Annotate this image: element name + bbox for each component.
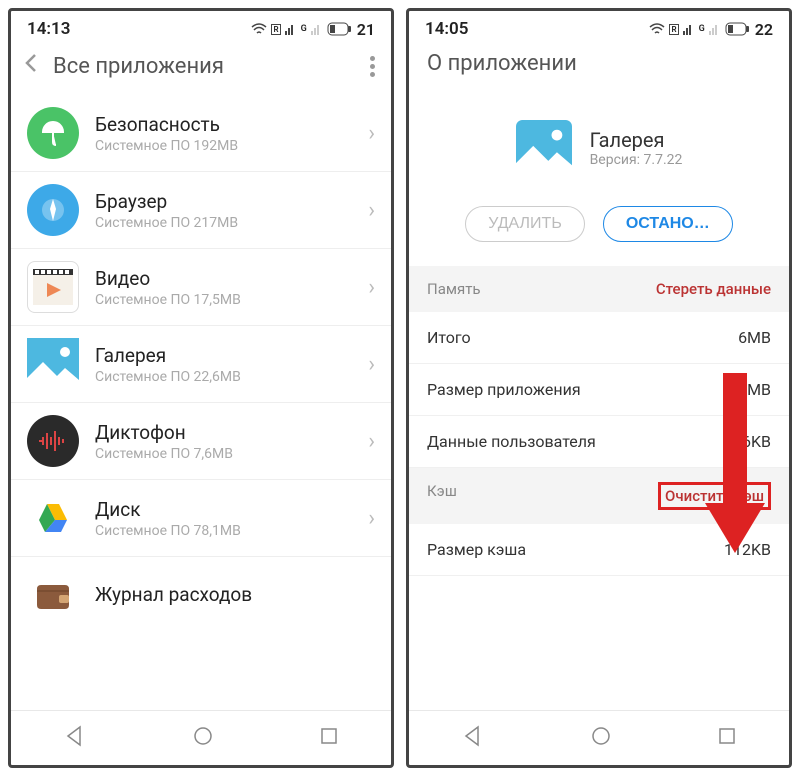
app-row-video[interactable]: Видео Системное ПО 17,5MB › [11, 249, 391, 326]
signal2-icon [709, 23, 721, 35]
status-bar: 14:13 R G 21 [11, 11, 391, 43]
status-bar: 14:05 R G 22 [409, 11, 789, 43]
chevron-right-icon: › [368, 121, 375, 146]
app-detail-header: Галерея Версия: 7.7.22 [409, 90, 789, 196]
nav-back-icon[interactable] [462, 725, 484, 751]
app-name: Безопасность [95, 113, 352, 136]
info-row-total: Итого 6MB [409, 312, 789, 364]
chevron-right-icon: › [368, 275, 375, 300]
info-value: 6MB [738, 328, 771, 347]
info-label: Итого [427, 328, 471, 347]
wifi-icon [251, 23, 267, 35]
app-name: Браузер [95, 190, 352, 213]
info-label: Размер кэша [427, 540, 526, 559]
status-time: 14:05 [425, 19, 468, 39]
gallery-icon [27, 338, 79, 390]
app-sub: Системное ПО 22,6MB [95, 369, 352, 385]
phone-app-detail: 14:05 R G 22 О приложении Галерея Версия… [406, 8, 792, 768]
chevron-right-icon: › [368, 506, 375, 531]
app-sub: Системное ПО 192MB [95, 138, 352, 154]
app-row-expenses[interactable]: Журнал расходов [11, 557, 391, 633]
app-sub: Системное ПО 7,6MB [95, 446, 352, 462]
wifi-icon [649, 23, 665, 35]
wallet-icon [27, 569, 79, 621]
umbrella-icon [27, 107, 79, 159]
app-version: Версия: 7.7.22 [590, 152, 683, 168]
battery-level: 21 [357, 20, 375, 39]
page-title: О приложении [427, 51, 777, 76]
memory-section-header: Память Стереть данные [409, 266, 789, 312]
nav-home-icon[interactable] [591, 726, 611, 750]
chevron-right-icon: › [368, 429, 375, 454]
chevron-right-icon: › [368, 198, 375, 223]
annotation-arrow-icon [705, 373, 765, 563]
battery-level: 22 [755, 20, 773, 39]
status-right: R G 22 [649, 20, 773, 39]
app-row-security[interactable]: Безопасность Системное ПО 192MB › [11, 95, 391, 172]
app-name: Галерея [590, 128, 683, 152]
app-sub: Системное ПО 78,1MB [95, 523, 352, 539]
app-name: Диктофон [95, 421, 352, 444]
header: Все приложения [11, 43, 391, 95]
drive-icon [27, 492, 79, 544]
header: О приложении [409, 43, 789, 90]
app-row-browser[interactable]: Браузер Системное ПО 217MB › [11, 172, 391, 249]
stop-button[interactable]: ОСТАНО… [603, 206, 733, 242]
delete-button[interactable]: УДАЛИТЬ [465, 206, 585, 242]
nav-back-icon[interactable] [64, 725, 86, 751]
app-name: Журнал расходов [95, 583, 375, 606]
app-name: Диск [95, 498, 352, 521]
app-list: Безопасность Системное ПО 192MB › Браузе… [11, 95, 391, 710]
app-row-recorder[interactable]: Диктофон Системное ПО 7,6MB › [11, 403, 391, 480]
battery-icon [725, 22, 751, 36]
signal-icon [285, 23, 297, 35]
status-time: 14:13 [27, 19, 70, 39]
app-row-drive[interactable]: Диск Системное ПО 78,1MB › [11, 480, 391, 557]
back-icon[interactable] [23, 51, 39, 81]
info-label: Данные пользователя [427, 432, 596, 451]
info-label: Размер приложения [427, 380, 581, 399]
section-label: Кэш [427, 482, 457, 510]
phone-all-apps: 14:13 R G 21 Все приложения Безопасность… [8, 8, 394, 768]
app-name: Галерея [95, 344, 352, 367]
app-sub: Системное ПО 17,5MB [95, 292, 352, 308]
app-row-gallery[interactable]: Галерея Системное ПО 22,6MB › [11, 326, 391, 403]
app-sub: Системное ПО 217MB [95, 215, 352, 231]
recorder-icon [27, 415, 79, 467]
app-name: Видео [95, 267, 352, 290]
nav-recent-icon[interactable] [320, 727, 338, 749]
menu-icon[interactable] [370, 56, 379, 77]
nav-home-icon[interactable] [193, 726, 213, 750]
section-label: Память [427, 280, 481, 298]
signal2-icon [311, 23, 323, 35]
signal-icon [683, 23, 695, 35]
nav-bar [11, 710, 391, 765]
gallery-icon [516, 120, 572, 176]
erase-data-action[interactable]: Стереть данные [656, 280, 771, 298]
status-right: R G 21 [251, 20, 375, 39]
action-buttons: УДАЛИТЬ ОСТАНО… [409, 196, 789, 266]
video-icon [27, 261, 79, 313]
compass-icon [27, 184, 79, 236]
nav-recent-icon[interactable] [718, 727, 736, 749]
chevron-right-icon: › [368, 352, 375, 377]
page-title: Все приложения [53, 54, 356, 79]
nav-bar [409, 710, 789, 765]
battery-icon [327, 22, 353, 36]
